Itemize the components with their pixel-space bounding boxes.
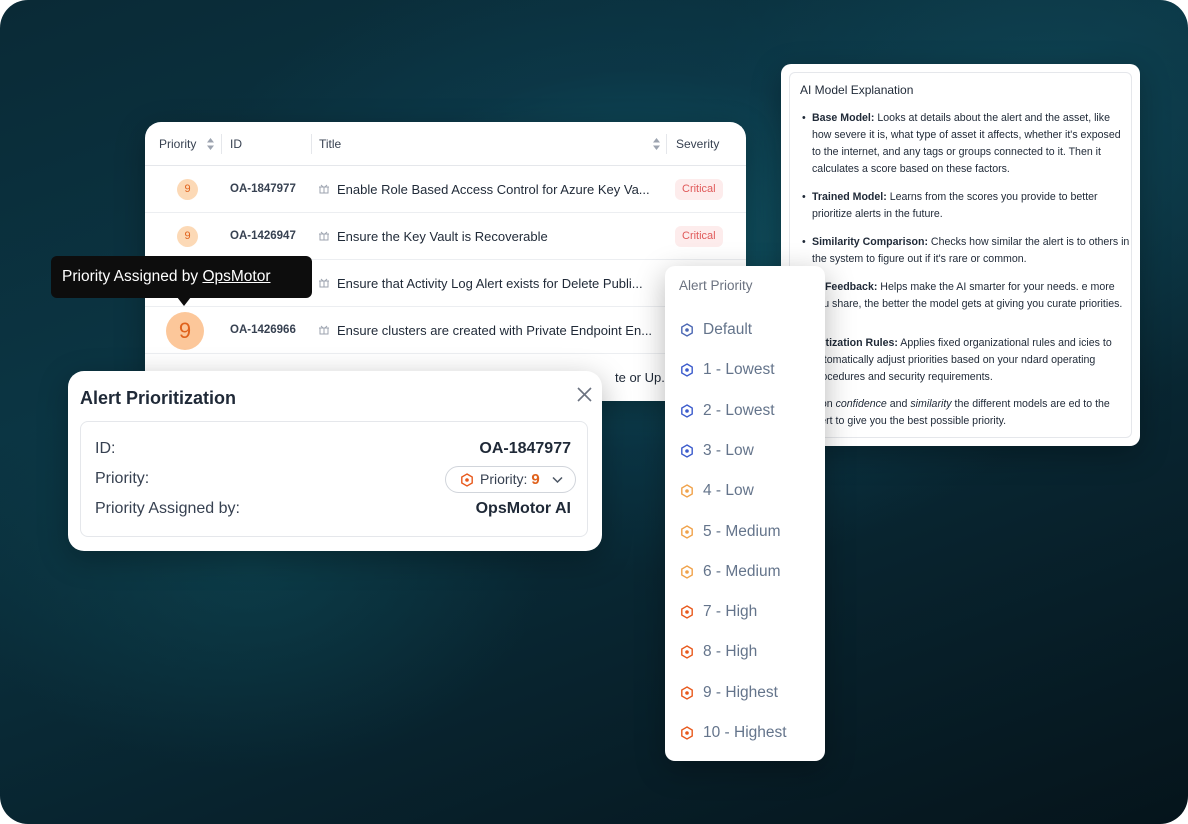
resource-icon: [319, 325, 329, 335]
priority-hex-icon: [681, 323, 693, 337]
priority-option-label: 3 - Low: [703, 441, 754, 459]
priority-option[interactable]: 10 - Highest: [665, 713, 825, 753]
priority-hex-icon: [681, 726, 693, 740]
priority-option[interactable]: 3 - Low: [665, 431, 825, 471]
priority-hex-icon: [681, 645, 693, 660]
priority-option-label: 10 - Highest: [703, 724, 787, 741]
priority-option[interactable]: 1 - Lowest: [665, 350, 825, 390]
note-emphasis: similarity: [910, 398, 952, 410]
column-divider: [221, 134, 222, 154]
note-emphasis: confidence: [835, 398, 887, 410]
alert-title[interactable]: Enable Role Based Access Control for Azu…: [337, 166, 667, 213]
priority-option-label: 4 - Low: [703, 482, 754, 500]
priority-tooltip: Priority Assigned by OpsMotor: [51, 256, 312, 298]
table-header: Priority ID Title Severity: [145, 122, 746, 166]
alert-priority-dropdown: Alert Priority Default 1 - Lowest 2 - Lowe…: [665, 266, 825, 761]
priority-option[interactable]: 9 - Highest: [665, 673, 825, 713]
priority-option-label: 5 - Medium: [703, 522, 781, 540]
table-row[interactable]: 9 OA-1426947 Ensure the Key Vault is Rec…: [145, 213, 746, 260]
ai-summary-note: d on confidence and similarity the diffe…: [812, 396, 1130, 430]
table-row[interactable]: OA-1426966 Ensure clusters are created w…: [145, 307, 746, 354]
priority-hex-icon: [461, 473, 473, 487]
priority-hex-icon: [681, 403, 693, 418]
priority-select-text: Priority: 9: [480, 467, 540, 492]
assigned-value: OpsMotor AI: [475, 500, 571, 517]
alert-id: OA-1426947: [230, 230, 296, 242]
priority-badge: 9: [177, 226, 198, 247]
priority-option[interactable]: 6 - Medium: [665, 552, 825, 592]
note-text: and: [886, 398, 911, 410]
priority-option-label: 6 - Medium: [703, 562, 781, 580]
priority-option-label: 9 - Highest: [703, 683, 778, 701]
alert-id: OA-1847977: [230, 183, 296, 195]
column-header-severity[interactable]: Severity: [676, 122, 719, 166]
priority-option[interactable]: 5 - Medium: [665, 512, 825, 552]
priority-option-label: 1 - Lowest: [703, 361, 775, 379]
priority-option-label: Default: [703, 321, 753, 338]
tooltip-text: Priority Assigned by: [62, 268, 203, 285]
priority-hex-icon: [681, 564, 693, 579]
ai-item-term: Base Model:: [812, 112, 875, 124]
resource-icon: [319, 231, 329, 241]
priority-select-value: 9: [531, 471, 540, 488]
priority-hex-icon: [681, 484, 693, 498]
tooltip-arrow: [177, 297, 191, 306]
dialog-details: ID: OA-1847977 Priority: Priority: 9 Pri…: [80, 421, 588, 537]
id-label: ID:: [95, 440, 116, 457]
resource-icon: [319, 278, 329, 288]
ai-explanation-content: AI Model Explanation • Base Model: Looks…: [789, 72, 1132, 438]
priority-option-label: 7 - High: [703, 603, 758, 621]
table-row[interactable]: 9 OA-1847977 Enable Role Based Access Co…: [145, 166, 746, 213]
priority-badge-highlighted[interactable]: 9: [166, 312, 204, 350]
id-value: OA-1847977: [479, 440, 571, 457]
priority-hex-icon: [681, 605, 693, 619]
alert-title[interactable]: Ensure the Key Vault is Recoverable: [337, 213, 667, 260]
alert-id: OA-1426966: [230, 324, 296, 336]
priority-option[interactable]: 7 - High: [665, 592, 825, 632]
priority-option[interactable]: 4 - Low: [665, 471, 825, 511]
close-icon[interactable]: [576, 386, 593, 403]
priority-option[interactable]: 8 - High: [665, 632, 825, 672]
severity-badge: Critical: [675, 226, 723, 247]
priority-hex-icon: [681, 363, 693, 378]
ai-model-explanation-panel: AI Model Explanation • Base Model: Looks…: [781, 64, 1140, 446]
column-header-priority[interactable]: Priority: [159, 122, 196, 166]
severity-badge: Critical: [675, 179, 723, 200]
background: Priority ID Title Severity 9 OA-1847977 …: [0, 0, 1188, 824]
priority-hex-icon: [681, 524, 693, 539]
priority-label: Priority:: [95, 470, 150, 487]
priority-option-label: 2 - Lowest: [703, 401, 775, 419]
dropdown-header: Alert Priority: [679, 278, 753, 293]
chevron-down-icon: [552, 476, 563, 484]
priority-hex-icon: [681, 444, 693, 458]
sort-icon[interactable]: [206, 137, 215, 151]
priority-badge: 9: [177, 179, 198, 200]
priority-option-label: 8 - High: [703, 643, 758, 661]
resource-icon: [319, 184, 329, 194]
ai-item-term: Similarity Comparison:: [812, 236, 928, 248]
ai-explanation-title: AI Model Explanation: [800, 83, 914, 97]
priority-select-label: Priority:: [480, 471, 528, 487]
column-divider: [666, 134, 667, 154]
priority-option[interactable]: 2 - Lowest: [665, 391, 825, 431]
ai-item-term: Trained Model:: [812, 191, 887, 203]
priority-option[interactable]: Default: [665, 310, 825, 350]
priority-hex-icon: [681, 685, 693, 700]
opsmotor-link[interactable]: OpsMotor: [202, 268, 270, 285]
alert-title[interactable]: Ensure clusters are created with Private…: [337, 307, 667, 354]
column-header-id[interactable]: ID: [230, 122, 242, 166]
column-header-title[interactable]: Title: [319, 122, 341, 166]
dialog-title: Alert Prioritization: [80, 388, 237, 408]
column-divider: [311, 134, 312, 154]
alert-title[interactable]: Ensure that Activity Log Alert exists fo…: [337, 260, 667, 307]
priority-select[interactable]: Priority: 9: [445, 466, 576, 493]
assigned-label: Priority Assigned by:: [95, 500, 240, 517]
alert-prioritization-dialog: Alert Prioritization ID: OA-1847977 Prio…: [68, 371, 602, 551]
sort-icon[interactable]: [652, 137, 661, 151]
